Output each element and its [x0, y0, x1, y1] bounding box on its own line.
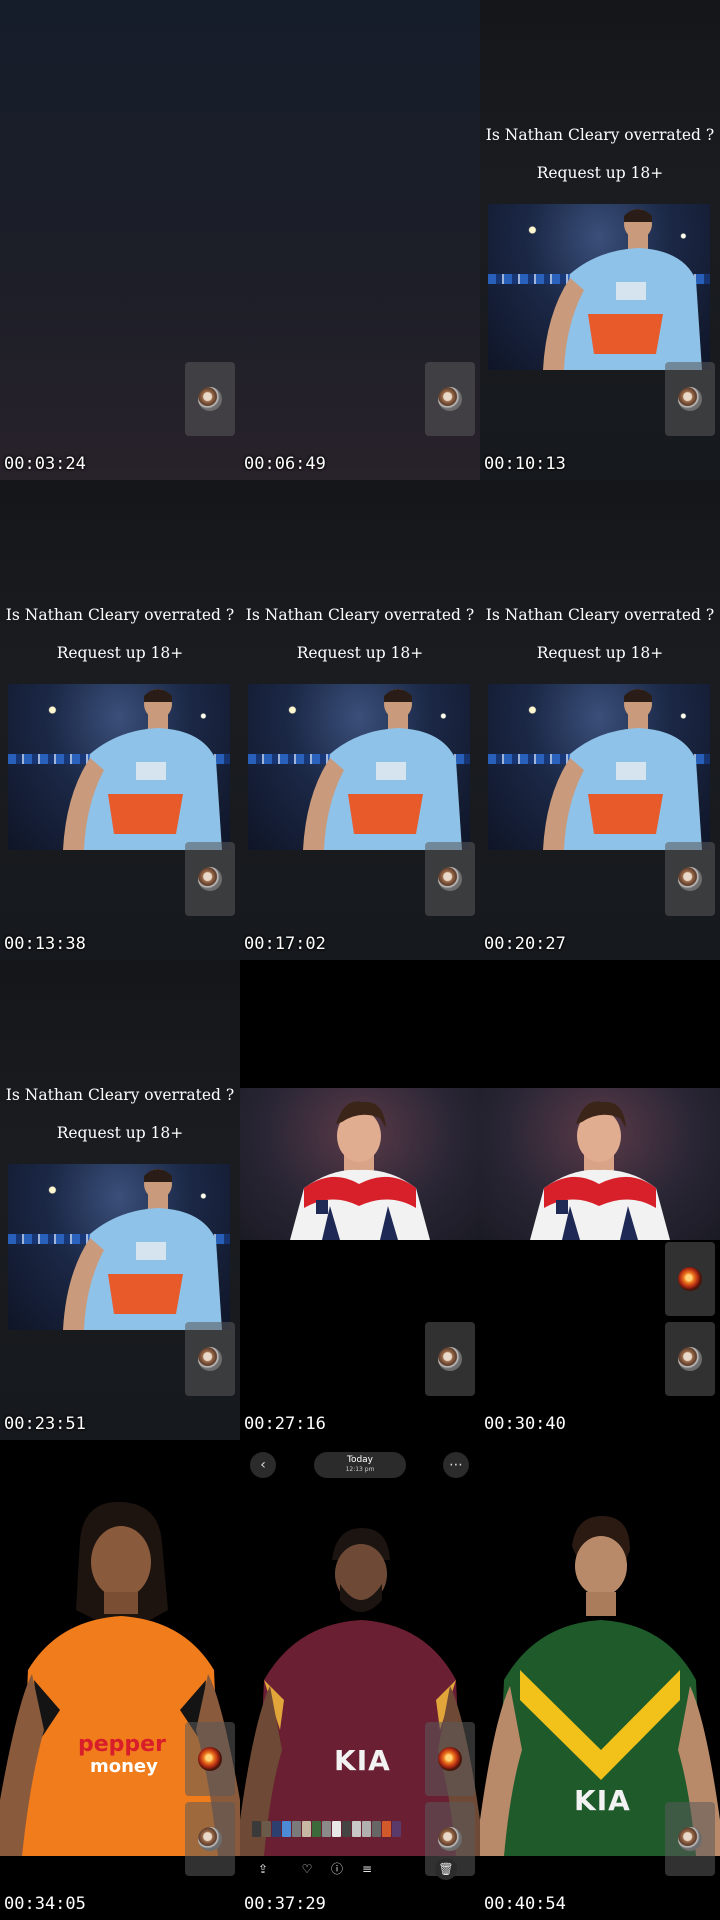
date-time: 12:13 pm	[345, 1466, 375, 1473]
avatar-icon	[678, 1347, 702, 1371]
avatar-icon	[198, 1347, 222, 1371]
question-caption: Is Nathan Cleary overrated ?	[245, 606, 475, 624]
frame-timestamp: 00:27:16	[244, 1414, 326, 1434]
player-photo	[488, 684, 710, 850]
date-title: Today	[346, 1455, 374, 1465]
chat-thumbnail	[185, 842, 235, 916]
avatar-icon	[438, 1347, 462, 1371]
heart-icon[interactable]: ♡	[296, 1858, 318, 1880]
frame-1: 00:03:24	[0, 0, 240, 480]
frame-5: Is Nathan Cleary overrated ? Request up …	[240, 480, 480, 960]
player-photo	[240, 1088, 480, 1240]
avatar-icon	[678, 1267, 702, 1291]
frame-4: Is Nathan Cleary overrated ? Request up …	[0, 480, 240, 960]
share-icon[interactable]: ⇪	[252, 1858, 274, 1880]
frame-10: pepper money 00:34:05	[0, 1440, 240, 1920]
bottom-action-bar: ⇪ ♡ ⓘ ≡ 🗑	[252, 1858, 472, 1880]
frame-6: Is Nathan Cleary overrated ? Request up …	[480, 480, 720, 960]
question-caption: Is Nathan Cleary overrated ?	[5, 606, 235, 624]
avatar-icon	[438, 867, 462, 891]
frame-11: ‹ Today 12:13 pm ⋯ KIA 00:37:29 ⇪ ♡ ⓘ ≡ …	[240, 1440, 480, 1920]
chat-thumbnail	[425, 1322, 475, 1396]
frame-timestamp: 00:06:49	[244, 454, 326, 474]
avatar-icon	[438, 387, 462, 411]
avatar-icon	[678, 387, 702, 411]
chat-thumbnail	[185, 1802, 235, 1876]
avatar-icon	[438, 1827, 462, 1851]
frame-timestamp: 00:37:29	[244, 1894, 326, 1914]
chat-thumbnail	[665, 362, 715, 436]
player-photo	[480, 1088, 720, 1240]
date-header[interactable]: Today 12:13 pm	[314, 1452, 406, 1478]
frame-timestamp: 00:20:27	[484, 934, 566, 954]
frame-8: 00:27:16	[240, 960, 480, 1440]
chat-thumbnail	[665, 842, 715, 916]
player-photo	[8, 684, 230, 850]
frame-timestamp: 00:40:54	[484, 1894, 566, 1914]
frame-timestamp: 00:17:02	[244, 934, 326, 954]
chat-thumbnail	[665, 1242, 715, 1316]
chat-thumbnail	[665, 1322, 715, 1396]
frame-7: Is Nathan Cleary overrated ? Request up …	[0, 960, 240, 1440]
avatar-icon	[198, 867, 222, 891]
request-caption: Request up 18+	[296, 644, 424, 662]
filmstrip[interactable]	[252, 1821, 402, 1837]
chat-thumbnail	[185, 362, 235, 436]
avatar-icon	[198, 1747, 222, 1771]
request-caption: Request up 18+	[536, 644, 664, 662]
frame-timestamp: 00:10:13	[484, 454, 566, 474]
request-caption: Request up 18+	[56, 1124, 184, 1142]
frame-timestamp: 00:23:51	[4, 1414, 86, 1434]
player-photo	[248, 684, 470, 850]
frame-timestamp: 00:13:38	[4, 934, 86, 954]
chat-thumbnail	[185, 1722, 235, 1796]
chat-thumbnail	[425, 362, 475, 436]
avatar-icon	[198, 1827, 222, 1851]
frame-3: Is Nathan Cleary overrated ? Request up …	[480, 0, 720, 480]
trash-icon[interactable]: 🗑	[435, 1858, 457, 1880]
info-icon[interactable]: ⓘ	[326, 1858, 348, 1880]
chat-thumbnail	[425, 1722, 475, 1796]
question-caption: Is Nathan Cleary overrated ?	[485, 606, 715, 624]
request-caption: Request up 18+	[536, 164, 664, 182]
question-caption: Is Nathan Cleary overrated ?	[485, 126, 715, 144]
frame-timestamp: 00:03:24	[4, 454, 86, 474]
player-photo	[8, 1164, 230, 1330]
request-caption: Request up 18+	[56, 644, 184, 662]
player-photo	[488, 204, 710, 370]
more-horizontal-icon[interactable]: ⋯	[443, 1452, 469, 1478]
chat-thumbnail	[185, 1322, 235, 1396]
frame-9: 00:30:40	[480, 960, 720, 1440]
adjust-icon[interactable]: ≡	[356, 1858, 378, 1880]
avatar-icon	[678, 1827, 702, 1851]
question-caption: Is Nathan Cleary overrated ?	[5, 1086, 235, 1104]
frame-timestamp: 00:34:05	[4, 1894, 86, 1914]
video-frame-contact-sheet: 00:03:24 00:06:49 Is Nathan Cleary overr…	[0, 0, 720, 1920]
avatar-icon	[198, 387, 222, 411]
frame-12: KIA 00:40:54	[480, 1440, 720, 1920]
chat-thumbnail	[425, 842, 475, 916]
avatar-icon	[678, 867, 702, 891]
frame-timestamp: 00:30:40	[484, 1414, 566, 1434]
frame-2: 00:06:49	[240, 0, 480, 480]
chat-thumbnail	[665, 1802, 715, 1876]
avatar-icon	[438, 1747, 462, 1771]
chevron-left-icon[interactable]: ‹	[250, 1452, 276, 1478]
